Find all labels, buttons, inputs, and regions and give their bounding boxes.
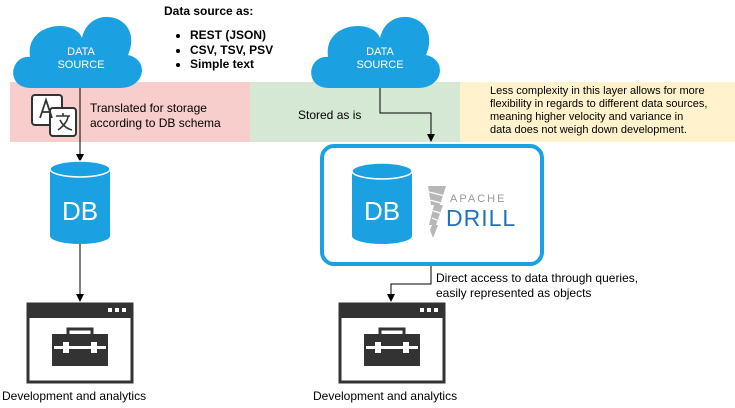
db-label-right: DB bbox=[363, 196, 401, 226]
cloud-label-left: DATA SOURCE bbox=[50, 46, 112, 72]
band-note-text: Less complexity in this layer allows for… bbox=[490, 85, 707, 137]
source-item: CSV, TSV, PSV bbox=[190, 43, 273, 58]
drill-logo-bottom: DRILL bbox=[446, 205, 517, 231]
band-line: Translated for storage bbox=[90, 101, 207, 115]
band-line: meaning higher velocity and variance in bbox=[490, 111, 684, 123]
sources-heading: Data source as: bbox=[164, 4, 254, 18]
db-label-left: DB bbox=[61, 196, 99, 226]
drill-logo-top: APACHE bbox=[450, 193, 507, 205]
connector-drill-to-app-right bbox=[387, 266, 432, 302]
cloud-label-line: DATA bbox=[67, 46, 95, 58]
cloud-label-line: DATA bbox=[366, 46, 394, 58]
diagram-canvas: Data source as: REST (JSON) CSV, TSV, PS… bbox=[0, 0, 735, 408]
toolbox-icon bbox=[364, 327, 420, 366]
band-line: according to DB schema bbox=[90, 116, 221, 130]
access-note-line: easily represented as objects bbox=[436, 286, 592, 300]
caption-right: Development and analytics bbox=[313, 389, 458, 403]
band-line: data does not weigh down development. bbox=[490, 124, 687, 136]
connector-cloud-to-drill bbox=[379, 86, 435, 142]
access-note-line: Direct access to data through queries, bbox=[436, 271, 639, 285]
caption-left: Development and analytics bbox=[2, 389, 147, 403]
translate-icon bbox=[31, 94, 77, 137]
band-transform-text: Translated for storage according to DB s… bbox=[90, 101, 221, 131]
cloud-label-line: SOURCE bbox=[57, 59, 105, 71]
sources-list: REST (JSON) CSV, TSV, PSV Simple text bbox=[176, 28, 273, 72]
band-line: flexibility in regards to different data… bbox=[490, 98, 708, 110]
cloud-label-right: DATA SOURCE bbox=[349, 46, 411, 72]
band-store-text: Stored as is bbox=[298, 108, 362, 122]
source-item: REST (JSON) bbox=[190, 28, 273, 43]
band-line: Less complexity in this layer allows for… bbox=[490, 85, 705, 97]
cloud-label-line: SOURCE bbox=[356, 59, 404, 71]
source-item: Simple text bbox=[190, 57, 273, 72]
access-note: Direct access to data through queries, e… bbox=[436, 271, 638, 301]
toolbox-icon bbox=[52, 327, 108, 366]
